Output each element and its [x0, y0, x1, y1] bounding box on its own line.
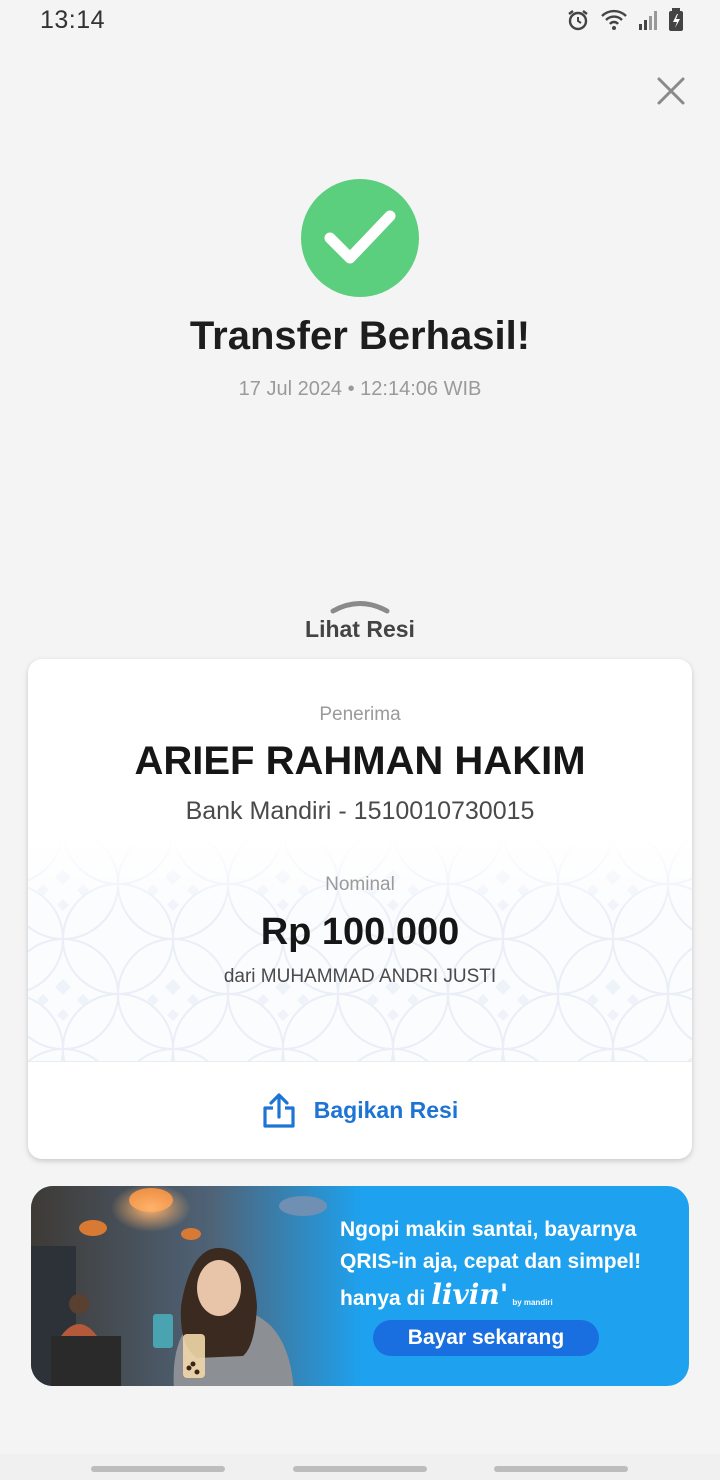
promo-banner-text: Ngopi makin santai, bayarnya QRIS-in aja… — [340, 1214, 680, 1278]
recipient-name: ARIEF RAHMAN HAKIM — [134, 739, 586, 783]
receipt-card: Penerima ARIEF RAHMAN HAKIM Bank Mandiri… — [28, 659, 692, 1159]
page-title: Transfer Berhasil! — [189, 314, 531, 358]
promo-line-1: Ngopi makin santai, bayarnya — [340, 1218, 637, 1241]
nav-back-button[interactable] — [494, 1466, 628, 1472]
wifi-icon — [601, 9, 627, 30]
nav-recents-button[interactable] — [91, 1466, 225, 1472]
promo-banner-photo — [31, 1186, 361, 1386]
pay-now-button[interactable]: Bayar sekarang — [373, 1320, 599, 1356]
battery-icon — [669, 8, 683, 31]
transaction-datetime: 17 Jul 2024 • 12:14:06 WIB — [238, 378, 482, 400]
promo-brand-line: hanya di livin' by mandiri — [340, 1278, 553, 1311]
alarm-icon — [568, 10, 588, 31]
transfer-amount: Rp 100.000 — [260, 911, 460, 953]
nav-home-button[interactable] — [293, 1466, 427, 1472]
promo-banner[interactable]: Ngopi makin santai, bayarnya QRIS-in aja… — [31, 1186, 689, 1386]
success-check-badge — [301, 179, 419, 297]
status-icons — [566, 8, 684, 32]
sender-name: dari MUHAMMAD ANDRI JUSTI — [223, 966, 497, 987]
share-icon — [263, 1092, 295, 1128]
amount-label: Nominal — [325, 874, 395, 895]
chevron-up-icon[interactable] — [329, 596, 391, 618]
recipient-bank-account: Bank Mandiri - 1510010730015 — [185, 797, 535, 825]
status-time: 13:14 — [40, 6, 106, 34]
system-nav-bar — [0, 1454, 720, 1480]
promo-line-2: QRIS-in aja, cepat dan simpel! — [340, 1250, 642, 1273]
close-icon[interactable] — [656, 76, 686, 106]
promo-line-3: hanya di — [340, 1287, 426, 1310]
recipient-label: Penerima — [319, 704, 401, 725]
check-icon — [324, 210, 396, 264]
share-receipt-button[interactable]: Bagikan Resi — [28, 1062, 692, 1159]
view-receipt-toggle[interactable]: Lihat Resi — [0, 616, 720, 643]
share-receipt-label: Bagikan Resi — [313, 1097, 459, 1123]
livin-logo-sub: by mandiri — [512, 1298, 553, 1307]
signal-icon — [639, 11, 657, 30]
livin-logo: livin' — [431, 1278, 509, 1311]
